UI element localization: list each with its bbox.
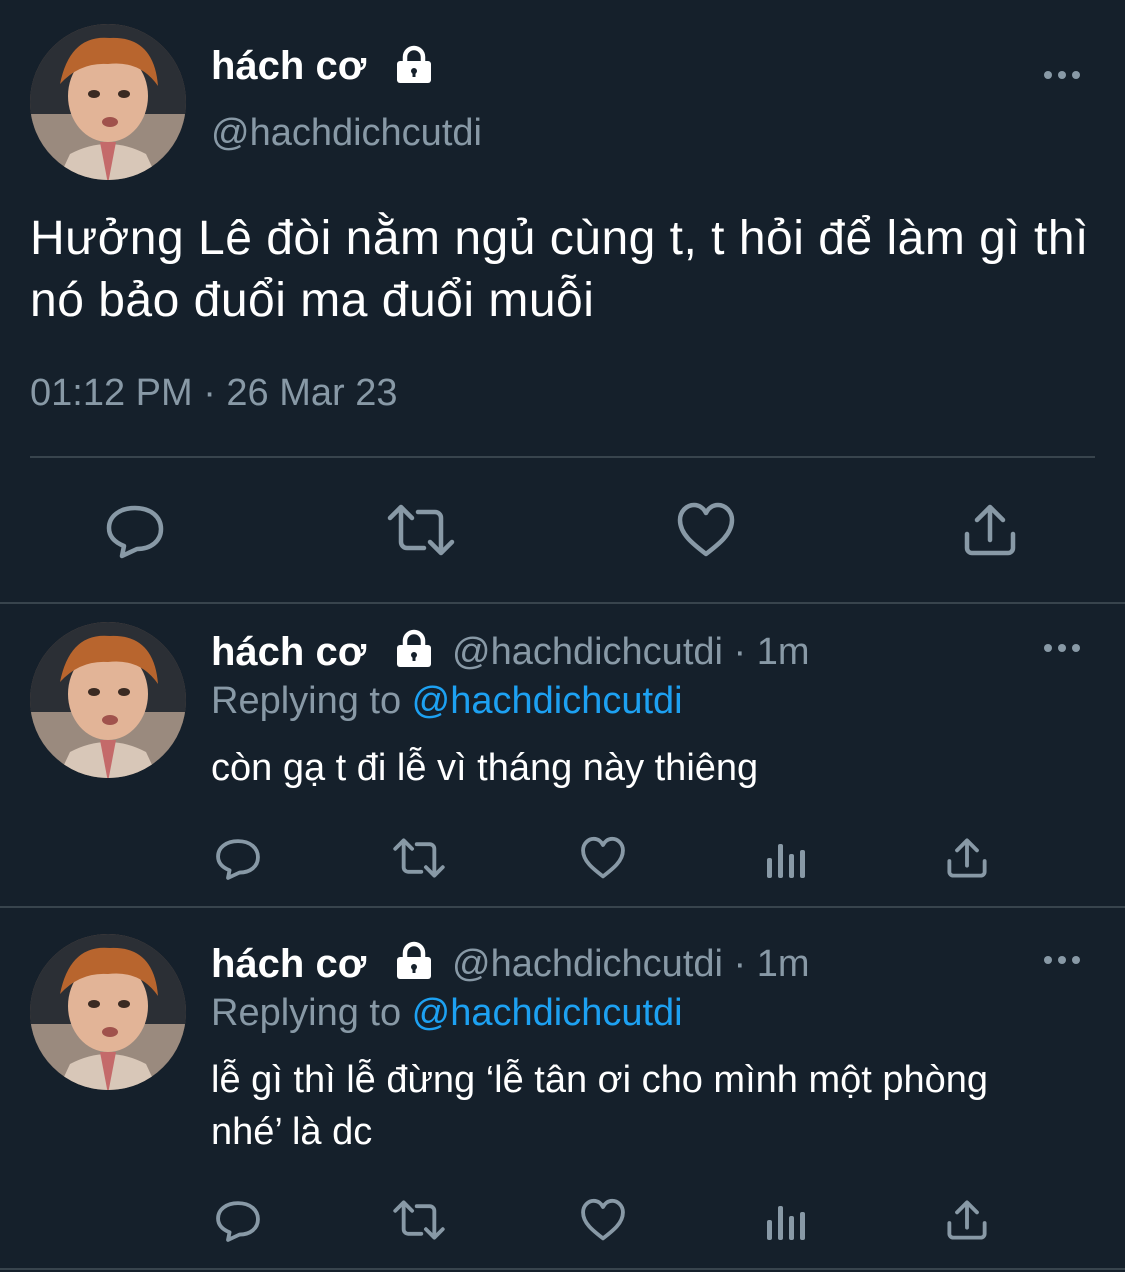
divider	[0, 1268, 1125, 1270]
reply-text: lễ gì thì lễ đừng ‘lễ tân ơi cho mình mộ…	[211, 1059, 989, 1153]
share-icon[interactable]	[944, 1197, 990, 1243]
replying-to-handle-link[interactable]: @hachdichcutdi	[412, 992, 683, 1034]
lock-icon	[397, 941, 431, 979]
more-icon[interactable]	[1042, 953, 1082, 967]
retweet-icon[interactable]	[392, 1197, 446, 1243]
tweet-text: Hưởng Lê đòi nằm ngủ cùng t, t hỏi để là…	[30, 212, 1089, 327]
avatar[interactable]	[30, 24, 186, 180]
divider	[0, 602, 1125, 604]
reply-text: còn gạ t đi lễ vì tháng này thiêng	[211, 747, 759, 789]
replying-to-handle-link[interactable]: @hachdichcutdi	[412, 680, 683, 722]
share-icon[interactable]	[960, 500, 1020, 560]
display-name[interactable]: hách cơ	[211, 630, 366, 675]
lock-icon	[397, 45, 431, 83]
more-icon[interactable]	[1042, 641, 1082, 655]
handle-and-time[interactable]: @hachdichcutdi · 1m	[452, 631, 810, 674]
heart-icon[interactable]	[579, 1197, 627, 1243]
display-name[interactable]: hách cơ	[211, 942, 366, 987]
replying-to: Replying to @hachdichcutdi	[211, 992, 683, 1035]
heart-icon[interactable]	[675, 500, 737, 560]
avatar-photo	[30, 622, 186, 778]
replying-to-label: Replying to	[211, 680, 412, 722]
replying-to: Replying to @hachdichcutdi	[211, 680, 683, 723]
divider	[0, 906, 1125, 908]
reply-icon[interactable]	[214, 1197, 262, 1243]
lock-icon	[397, 629, 431, 667]
replying-to-label: Replying to	[211, 992, 412, 1034]
retweet-icon[interactable]	[386, 500, 456, 560]
avatar-photo	[30, 934, 186, 1090]
more-icon[interactable]	[1042, 68, 1082, 82]
avatar-photo	[30, 24, 186, 180]
share-icon[interactable]	[944, 835, 990, 881]
divider	[30, 456, 1095, 458]
analytics-icon[interactable]	[764, 1200, 808, 1242]
reply-icon[interactable]	[104, 500, 166, 560]
analytics-icon[interactable]	[764, 838, 808, 880]
heart-icon[interactable]	[579, 835, 627, 881]
reply-icon[interactable]	[214, 835, 262, 881]
avatar[interactable]	[30, 622, 186, 778]
display-name[interactable]: hách cơ	[211, 44, 366, 89]
retweet-icon[interactable]	[392, 835, 446, 881]
avatar[interactable]	[30, 934, 186, 1090]
handle-and-time[interactable]: @hachdichcutdi · 1m	[452, 943, 810, 986]
user-handle[interactable]: @hachdichcutdi	[211, 112, 482, 155]
tweet-timestamp[interactable]: 01:12 PM · 26 Mar 23	[30, 372, 398, 415]
